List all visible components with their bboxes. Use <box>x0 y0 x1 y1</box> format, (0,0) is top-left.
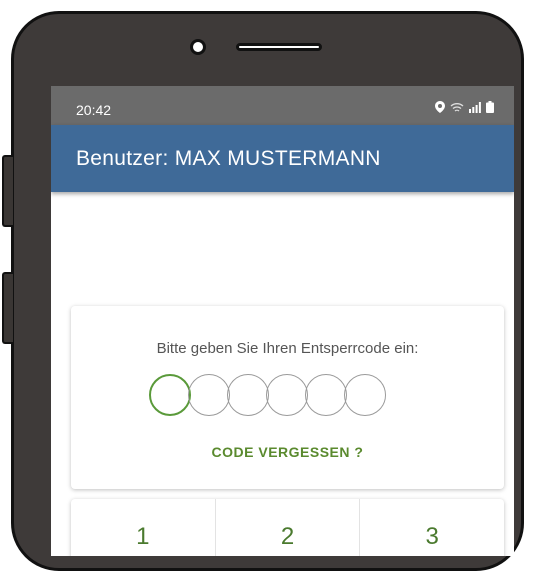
phone-frame: 20:42 Benutzer: MAX MUSTERMANN Bitte geb… <box>11 11 524 571</box>
volume-button <box>2 155 13 227</box>
pin-dot <box>149 374 191 416</box>
unlock-prompt: Bitte geben Sie Ihren Entsperrcode ein: <box>156 340 419 357</box>
pin-indicator <box>149 374 386 416</box>
location-icon <box>435 101 445 113</box>
power-button <box>2 272 13 344</box>
pin-dot <box>266 374 308 416</box>
status-bar: 20:42 <box>51 86 514 125</box>
pin-dot <box>227 374 269 416</box>
pin-dot <box>344 374 386 416</box>
status-icons <box>435 101 494 113</box>
forgot-code-button[interactable]: CODE VERGESSEN ? <box>71 444 504 460</box>
wifi-icon <box>450 102 464 112</box>
key-3[interactable]: 3 <box>360 499 504 556</box>
front-camera <box>190 39 206 55</box>
keypad: 1 2 3 <box>71 499 504 556</box>
unlock-card: Bitte geben Sie Ihren Entsperrcode ein: … <box>71 306 504 489</box>
status-time: 20:42 <box>76 102 112 118</box>
app-bar-title: Benutzer: MAX MUSTERMANN <box>76 147 381 170</box>
pin-dot <box>305 374 347 416</box>
pin-dot <box>188 374 230 416</box>
phone-screen: 20:42 Benutzer: MAX MUSTERMANN Bitte geb… <box>51 86 514 556</box>
battery-icon <box>486 101 494 113</box>
signal-icon <box>469 101 481 113</box>
key-2[interactable]: 2 <box>216 499 361 556</box>
key-1[interactable]: 1 <box>71 499 216 556</box>
earpiece-speaker <box>236 43 322 51</box>
app-bar: Benutzer: MAX MUSTERMANN <box>51 125 514 192</box>
